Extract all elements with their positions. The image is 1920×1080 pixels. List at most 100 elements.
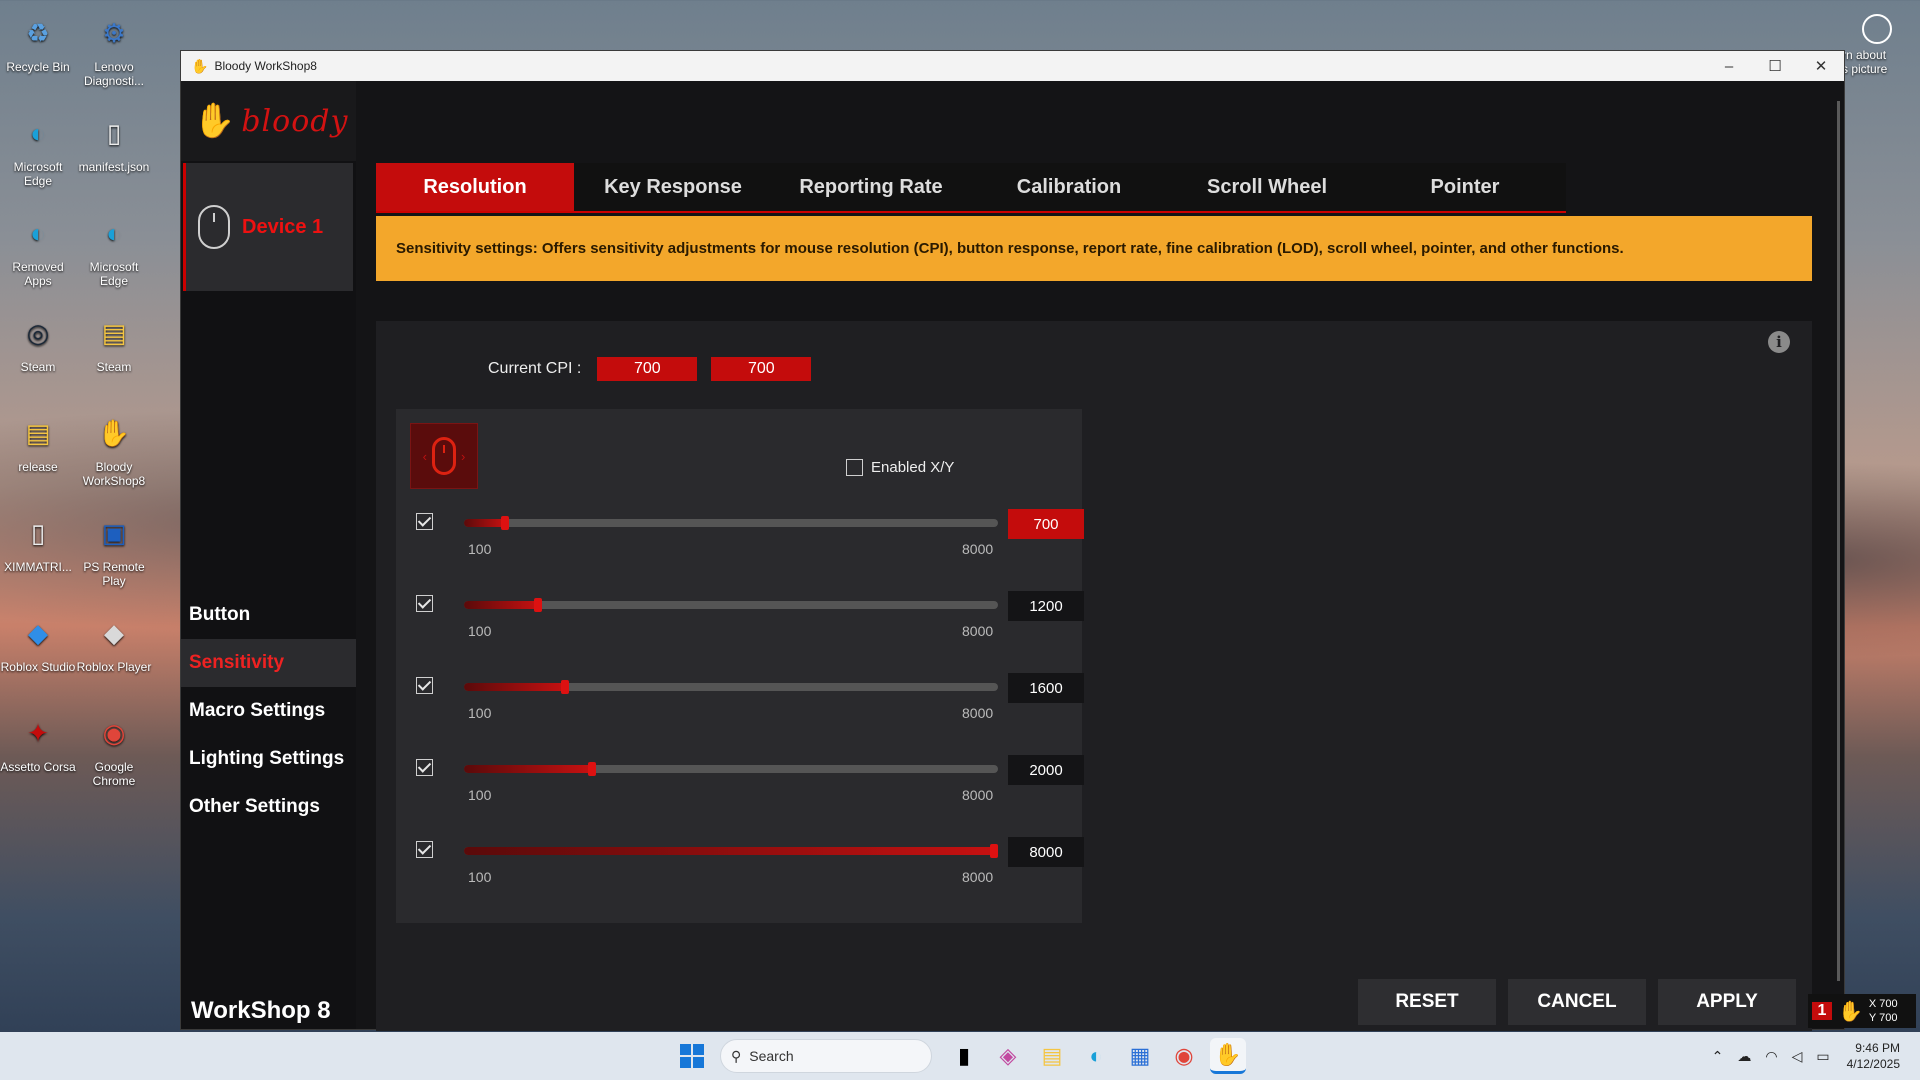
cpi-level-checkbox[interactable] bbox=[416, 595, 433, 612]
reset-button[interactable]: RESET bbox=[1358, 979, 1496, 1025]
desktop-icon-label: release bbox=[18, 460, 58, 474]
cpi-slider-thumb[interactable] bbox=[588, 762, 597, 776]
desktop-icon[interactable]: ⚙ Lenovo Diagnosti... bbox=[74, 10, 154, 88]
desktop-icon[interactable]: ◆ Roblox Studio bbox=[0, 610, 78, 674]
cpi-slider-thumb[interactable] bbox=[534, 598, 543, 612]
info-icon[interactable]: i bbox=[1768, 331, 1790, 353]
tab-pointer[interactable]: Pointer bbox=[1366, 163, 1564, 211]
tab-reporting-rate[interactable]: Reporting Rate bbox=[772, 163, 970, 211]
cpi-level-checkbox[interactable] bbox=[416, 759, 433, 776]
cpi-slider-fill bbox=[464, 601, 539, 609]
desktop-icon[interactable]: ◆ Roblox Player bbox=[74, 610, 154, 674]
slider-max-label: 8000 bbox=[962, 623, 994, 639]
desktop-icon-label: Assetto Corsa bbox=[0, 760, 76, 774]
desktop-icon[interactable]: ▤ release bbox=[0, 410, 78, 474]
store-icon[interactable]: ▦ bbox=[1122, 1038, 1158, 1074]
sidebar-item-button[interactable]: Button bbox=[181, 591, 356, 639]
cpi-level-value[interactable]: 1200 bbox=[1008, 591, 1084, 621]
tab-calibration[interactable]: Calibration bbox=[970, 163, 1168, 211]
desktop-icon[interactable]: ♻ Recycle Bin bbox=[0, 10, 78, 74]
desktop-icon[interactable]: ✋ Bloody WorkShop8 bbox=[74, 410, 154, 488]
desktop-app-icon: ▯ bbox=[30, 518, 46, 548]
sidebar-item-macro-settings[interactable]: Macro Settings bbox=[181, 687, 356, 735]
desktop-icon[interactable]: ◐ Removed Apps bbox=[0, 210, 78, 288]
desktop-icon-label: Bloody WorkShop8 bbox=[82, 460, 146, 488]
volume-icon[interactable]: ◁ bbox=[1792, 1048, 1803, 1065]
desktop-icon[interactable]: ▤ Steam bbox=[74, 310, 154, 374]
current-cpi-label: Current CPI : bbox=[488, 360, 582, 377]
bloody-taskbar-icon[interactable]: ✋ bbox=[1210, 1038, 1246, 1074]
file-explorer-icon[interactable]: ▤ bbox=[1034, 1038, 1070, 1074]
desktop-icon[interactable]: ▯ manifest.json bbox=[74, 110, 154, 174]
desktop-icon[interactable]: ✦ Assetto Corsa bbox=[0, 710, 78, 774]
enable-xy-label: Enabled X/Y bbox=[871, 459, 955, 476]
learn-about-picture[interactable]: rn about s picture bbox=[1842, 14, 1920, 76]
clock[interactable]: 9:46 PM 4/12/2025 bbox=[1847, 1040, 1900, 1072]
copilot-icon[interactable]: ◈ bbox=[990, 1038, 1026, 1074]
battery-icon[interactable]: ▭ bbox=[1816, 1048, 1829, 1065]
cpi-slider-fill bbox=[464, 519, 505, 527]
desktop-icon[interactable]: ◐ Microsoft Edge bbox=[0, 110, 78, 188]
tab-key-response[interactable]: Key Response bbox=[574, 163, 772, 211]
task-view-icon[interactable]: ▮ bbox=[946, 1038, 982, 1074]
close-button[interactable]: ✕ bbox=[1798, 57, 1844, 75]
chevron-right-icon: › bbox=[461, 448, 466, 464]
tab-scroll-wheel[interactable]: Scroll Wheel bbox=[1168, 163, 1366, 211]
minimize-button[interactable]: – bbox=[1706, 58, 1752, 75]
workshop-version: WorkShop 8 bbox=[191, 997, 331, 1024]
taskbar-search[interactable]: ⚲ Search bbox=[720, 1039, 932, 1073]
chevron-left-icon: ‹ bbox=[422, 448, 427, 464]
desktop-icon[interactable]: ▯ XIMMATRI... bbox=[0, 510, 78, 574]
title-bar[interactable]: ✋ Bloody WorkShop8 – ☐ ✕ bbox=[181, 51, 1844, 81]
sidebar-item-sensitivity[interactable]: Sensitivity bbox=[181, 639, 356, 687]
desktop-icon-label: Microsoft Edge bbox=[89, 260, 139, 288]
current-cpi-row: Current CPI : 700 700 bbox=[488, 357, 825, 381]
slider-max-label: 8000 bbox=[962, 869, 994, 885]
vertical-scrollbar[interactable] bbox=[1837, 101, 1840, 981]
bloody-hand-icon: ✋ bbox=[193, 102, 236, 140]
cpi-slider-thumb[interactable] bbox=[561, 680, 570, 694]
desktop-icon[interactable]: ◉ Google Chrome bbox=[74, 710, 154, 788]
cpi-overlay: 1 ✋ X 700 Y 700 bbox=[1808, 994, 1916, 1028]
cpi-slider[interactable] bbox=[464, 762, 998, 776]
cancel-button[interactable]: CANCEL bbox=[1508, 979, 1646, 1025]
cpi-levels-box: ‹ › Enabled X/Y 100 8000 700 100 8000 1200 100… bbox=[396, 409, 1084, 923]
chevron-up-icon[interactable]: ⌃ bbox=[1712, 1048, 1724, 1065]
wifi-icon[interactable]: ◠ bbox=[1765, 1048, 1777, 1065]
cpi-level-value[interactable]: 700 bbox=[1008, 509, 1084, 539]
desktop-icon[interactable]: ◐ Microsoft Edge bbox=[74, 210, 154, 288]
apply-button[interactable]: APPLY bbox=[1658, 979, 1796, 1025]
cpi-slider[interactable] bbox=[464, 516, 998, 530]
desktop-app-icon: ◐ bbox=[30, 218, 46, 248]
action-buttons: RESET CANCEL APPLY bbox=[1346, 979, 1796, 1025]
cpi-slider[interactable] bbox=[464, 598, 998, 612]
maximize-button[interactable]: ☐ bbox=[1752, 57, 1798, 75]
cpi-level-value[interactable]: 2000 bbox=[1008, 755, 1084, 785]
enable-xy-toggle[interactable]: Enabled X/Y bbox=[846, 459, 954, 476]
desktop-icon-label: Steam bbox=[96, 360, 132, 374]
device-selector[interactable]: Device 1 bbox=[183, 163, 353, 291]
cpi-level-value[interactable]: 1600 bbox=[1008, 673, 1084, 703]
desktop-icon[interactable]: ▣ PS Remote Play bbox=[74, 510, 154, 588]
learn-about-label: rn about s picture bbox=[1842, 48, 1888, 76]
cpi-slider-thumb[interactable] bbox=[500, 516, 509, 530]
cpi-level-checkbox[interactable] bbox=[416, 841, 433, 858]
cpi-level-checkbox[interactable] bbox=[416, 513, 433, 530]
desktop-icon[interactable]: ◎ Steam bbox=[0, 310, 78, 374]
cpi-slider[interactable] bbox=[464, 680, 998, 694]
tab-resolution[interactable]: Resolution bbox=[376, 163, 574, 211]
cpi-slider-thumb[interactable] bbox=[990, 844, 998, 858]
sidebar-item-other-settings[interactable]: Other Settings bbox=[181, 783, 356, 831]
edge-icon[interactable]: ◐ bbox=[1078, 1038, 1114, 1074]
device-label: Device 1 bbox=[242, 215, 324, 238]
cpi-slider[interactable] bbox=[464, 844, 998, 858]
onedrive-icon[interactable]: ☁ bbox=[1737, 1048, 1751, 1065]
cpi-level-checkbox[interactable] bbox=[416, 677, 433, 694]
cpi-level-value[interactable]: 8000 bbox=[1008, 837, 1084, 867]
sidebar-item-lighting-settings[interactable]: Lighting Settings bbox=[181, 735, 356, 783]
enable-xy-checkbox[interactable] bbox=[846, 459, 863, 476]
search-placeholder: Search bbox=[749, 1048, 794, 1064]
chrome-icon[interactable]: ◉ bbox=[1166, 1038, 1202, 1074]
windows-start-icon[interactable] bbox=[680, 1044, 704, 1068]
slider-min-label: 100 bbox=[468, 787, 492, 803]
